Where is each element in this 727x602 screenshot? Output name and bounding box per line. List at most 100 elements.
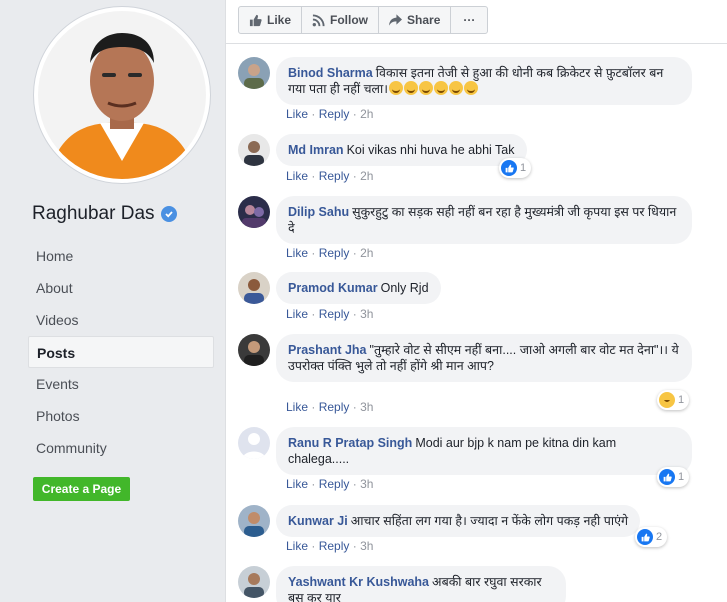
posts-column: Like Follow Share ··· Binod Sharma विकास … <box>225 0 727 602</box>
like-page-button[interactable]: Like <box>239 7 303 33</box>
commenter-avatar[interactable] <box>238 505 270 537</box>
reaction-count[interactable]: 1 <box>657 467 690 487</box>
comment-reply-link[interactable]: Reply <box>319 477 350 491</box>
comment-reply-link[interactable]: Reply <box>319 246 350 260</box>
reaction-count-number: 1 <box>678 471 685 483</box>
comment-meta: Like · Reply · 2h <box>286 169 374 183</box>
grinning-emoji-icon <box>463 81 478 95</box>
commenter-avatar[interactable] <box>238 57 270 89</box>
comment-bubble: Dilip Sahu सुकुरहुटु का सड़क सही नहीं बन … <box>276 196 692 244</box>
comment-text: Only Rjd <box>380 281 429 295</box>
comment-like-link[interactable]: Like <box>286 246 308 260</box>
comment-like-link[interactable]: Like <box>286 169 308 183</box>
comment-bubble: Binod Sharma विकास इतना तेजी से हुआ की धो… <box>276 57 692 105</box>
commenter-avatar[interactable] <box>238 566 270 598</box>
commenter-avatar[interactable] <box>238 272 270 304</box>
comment-bubble: Kunwar Ji आचार सहिंता लग गया है। ज्यादा न… <box>276 505 641 537</box>
comment-time[interactable]: 2h <box>360 246 373 260</box>
nav-item-posts[interactable]: Posts <box>28 336 214 368</box>
comment-like-link[interactable]: Like <box>286 107 308 121</box>
comment-meta: Like · Reply · 3h <box>286 307 374 321</box>
comment-reply-link[interactable]: Reply <box>319 169 350 183</box>
nav-item-photos[interactable]: Photos <box>28 400 214 432</box>
comment-bubble: Yashwant Kr Kushwaha अबकी बार रघुवा सरकार… <box>276 566 566 602</box>
comment-time[interactable]: 3h <box>360 477 373 491</box>
reaction-count[interactable]: 2 <box>635 527 668 547</box>
comment-time[interactable]: 3h <box>360 307 373 321</box>
nav-item-about[interactable]: About <box>28 272 214 304</box>
comment-like-link[interactable]: Like <box>286 477 308 491</box>
comment-bubble: Prashant Jha "तुम्हारे वोट से सीएम नहीं ब… <box>276 334 692 382</box>
commenter-avatar[interactable] <box>238 196 270 228</box>
reaction-count[interactable]: 1 <box>657 390 690 410</box>
comment-meta: Like · Reply · 3h <box>286 539 374 553</box>
comment-meta: Like · Reply · 2h <box>286 107 374 121</box>
create-page-button[interactable]: Create a Page <box>33 477 130 501</box>
comment-author[interactable]: Yashwant Kr Kushwaha <box>288 575 429 589</box>
comment-bubble: Md Imran Koi vikas nhi huva he abhi Tak <box>276 134 527 166</box>
page-name[interactable]: Raghubar Das <box>32 203 177 225</box>
comment-author[interactable]: Ranu R Pratap Singh <box>288 436 412 450</box>
comment-author[interactable]: Dilip Sahu <box>288 205 349 219</box>
comment-like-link[interactable]: Like <box>286 307 308 321</box>
emoji-group <box>388 81 478 96</box>
haha-reaction-icon <box>659 392 675 408</box>
page-profile-picture[interactable] <box>33 6 211 184</box>
share-arrow-icon <box>389 14 403 26</box>
page-name-text: Raghubar Das <box>32 203 155 224</box>
comment-reply-link[interactable]: Reply <box>319 400 350 414</box>
commenter-avatar[interactable] <box>238 134 270 166</box>
comment-author[interactable]: Binod Sharma <box>288 66 373 80</box>
comment-time[interactable]: 3h <box>360 539 373 553</box>
grinning-emoji-icon <box>433 81 448 95</box>
nav-item-home[interactable]: Home <box>28 240 214 272</box>
rss-follow-icon <box>312 13 325 26</box>
smiling-emoji-icon <box>388 81 403 95</box>
comment-text: Koi vikas nhi huva he abhi Tak <box>346 143 515 157</box>
like-reaction-icon <box>637 529 653 545</box>
nav-item-videos[interactable]: Videos <box>28 304 214 336</box>
comment-meta: Like · Reply · 3h <box>286 400 374 414</box>
comment-time[interactable]: 3h <box>360 400 373 414</box>
comment-reply-link[interactable]: Reply <box>319 539 350 553</box>
verified-badge-icon <box>160 206 177 222</box>
page-sidebar: Raghubar Das Home About Videos Posts Eve… <box>0 0 224 602</box>
comment-author[interactable]: Md Imran <box>288 143 344 157</box>
comment-like-link[interactable]: Like <box>286 400 308 414</box>
reaction-count[interactable]: 1 <box>499 158 532 178</box>
like-reaction-icon <box>659 469 675 485</box>
page-nav: Home About Videos Posts Events Photos Co… <box>28 240 214 464</box>
comment-author[interactable]: Prashant Jha <box>288 343 367 357</box>
commenter-avatar[interactable] <box>238 427 270 459</box>
thumbs-up-icon <box>249 14 262 26</box>
like-page-label: Like <box>267 13 292 27</box>
commenter-avatar[interactable] <box>238 334 270 366</box>
comment-bubble: Ranu R Pratap Singh Modi aur bjp k nam pe… <box>276 427 692 475</box>
smiling-emoji-icon <box>418 81 433 95</box>
comment-meta: Like · Reply · 2h <box>286 246 374 260</box>
more-dots-icon: ··· <box>463 13 476 27</box>
comment-author[interactable]: Kunwar Ji <box>288 514 348 528</box>
section-divider <box>226 43 727 44</box>
comment-text: आचार सहिंता लग गया है। ज्यादा न फेंके लो… <box>350 514 629 528</box>
comment-reply-link[interactable]: Reply <box>319 107 350 121</box>
reaction-count-number: 2 <box>656 531 663 543</box>
comment-author[interactable]: Pramod Kumar <box>288 281 378 295</box>
profile-photo <box>38 11 206 179</box>
reaction-count-number: 1 <box>520 162 527 174</box>
share-button[interactable]: Share <box>379 7 452 33</box>
comment-reply-link[interactable]: Reply <box>319 307 350 321</box>
more-options-button[interactable]: ··· <box>451 7 487 33</box>
comment-meta: Like · Reply · 3h <box>286 477 374 491</box>
comment-time[interactable]: 2h <box>360 169 373 183</box>
nav-item-community[interactable]: Community <box>28 432 214 464</box>
smiling-emoji-icon <box>403 81 418 95</box>
comment-bubble: Pramod Kumar Only Rjd <box>276 272 441 304</box>
comment-time[interactable]: 2h <box>360 107 373 121</box>
page-action-bar: Like Follow Share ··· <box>238 6 489 34</box>
reaction-count-number: 1 <box>678 394 685 406</box>
comment-like-link[interactable]: Like <box>286 539 308 553</box>
nav-item-events[interactable]: Events <box>28 368 214 400</box>
follow-label: Follow <box>330 13 369 27</box>
follow-button[interactable]: Follow <box>302 7 380 33</box>
